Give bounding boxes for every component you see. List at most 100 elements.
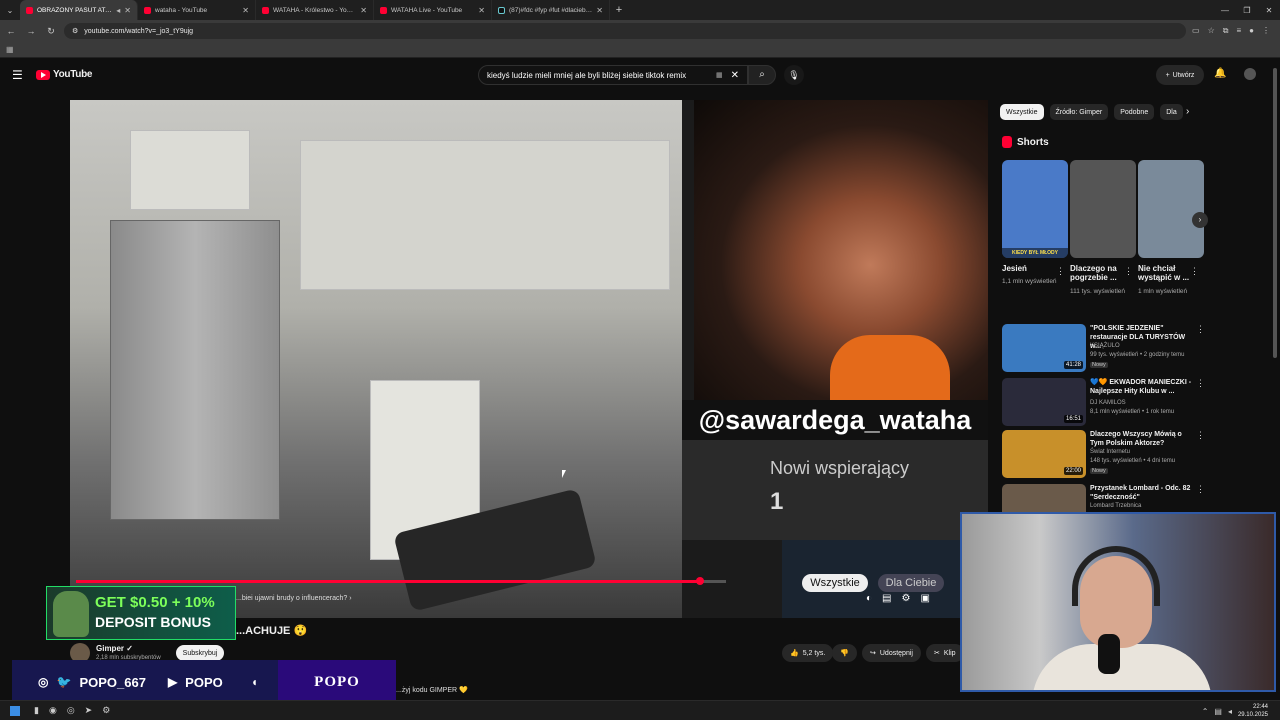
recommended-channel[interactable]: DJ KAMILOS: [1090, 400, 1126, 406]
page-scrollbar[interactable]: [1272, 64, 1278, 364]
close-window-icon[interactable]: ✕: [1258, 6, 1280, 15]
chip-all[interactable]: Wszystkie: [1000, 104, 1044, 120]
app-icon[interactable]: ▮: [34, 705, 39, 716]
hamburger-menu-icon[interactable]: ☰: [12, 68, 23, 82]
progress-scrubber[interactable]: [696, 577, 704, 585]
new-tab-button[interactable]: +: [610, 4, 628, 16]
more-options-icon[interactable]: ⋮: [1056, 266, 1065, 277]
chip-related[interactable]: Podobne: [1114, 104, 1155, 120]
chevron-right-icon[interactable]: ›: [1192, 212, 1208, 228]
chrome-icon[interactable]: ◎: [67, 705, 75, 716]
chip-source[interactable]: Źródło: Gimper: [1049, 104, 1109, 120]
search-input[interactable]: kiedyś ludzie mieli mniej ale byli bliże…: [478, 65, 748, 85]
recommended-video[interactable]: 41:28 "POLSKIE JEDZENIE" restauracje DLA…: [1002, 324, 1205, 372]
scrollbar-thumb[interactable]: [1273, 68, 1277, 358]
telegram-icon[interactable]: ➤: [85, 705, 93, 716]
tab-3[interactable]: WATAHA - Królestwo - YouTube ✕: [256, 0, 374, 20]
speaker-icon[interactable]: ◂: [116, 6, 120, 15]
youtube-icon: [262, 6, 269, 14]
recommended-video[interactable]: Przystanek Lombard - Odc. 82 "Serdecznoś…: [1002, 484, 1202, 512]
app-icon[interactable]: ⚙: [102, 705, 110, 716]
windows-start-icon[interactable]: [10, 706, 20, 716]
chapter-title[interactable]: ...biei ujawni brudy o influencerach? ›: [236, 595, 352, 602]
video-player[interactable]: @sawardega_wataha Nowi wspierający 1 Wsz…: [70, 100, 988, 618]
tab-2[interactable]: wataha - YouTube ✕: [138, 0, 256, 20]
tab-search-icon[interactable]: ⌄: [0, 6, 20, 15]
profile-icon[interactable]: ●: [1249, 26, 1254, 36]
recommended-title[interactable]: Dlaczego Wszyscy Mówią o Tym Polskim Akt…: [1090, 430, 1196, 448]
subtitles-icon[interactable]: ▤: [882, 593, 891, 604]
clear-search-icon[interactable]: ✕: [731, 70, 739, 81]
notifications-bell-icon[interactable]: 🔔: [1214, 68, 1226, 79]
browser-menu-icon[interactable]: ⋮: [1262, 26, 1270, 36]
miniplayer-icon[interactable]: ▣: [920, 593, 929, 604]
apps-grid-icon[interactable]: ▦: [6, 45, 14, 54]
recommended-title[interactable]: Przystanek Lombard - Odc. 82 "Serdecznoś…: [1090, 484, 1196, 502]
recommended-channel[interactable]: KSIĄŻULO: [1090, 343, 1120, 349]
clip-button[interactable]: ✂ Klip: [926, 644, 964, 662]
url-field[interactable]: ⚙ youtube.com/watch?v=_jo3_tY9ujg: [64, 23, 1187, 39]
back-icon[interactable]: ←: [4, 26, 18, 36]
tab-1[interactable]: OBRAŻONY PASUT ATAKUJE ◂ ✕: [20, 0, 138, 20]
minimize-icon[interactable]: —: [1214, 6, 1236, 15]
more-options-icon[interactable]: ⋮: [1196, 324, 1205, 335]
bookmark-star-icon[interactable]: ☆: [1208, 26, 1215, 36]
video-thumbnail[interactable]: [1002, 484, 1086, 512]
tab-5[interactable]: (87)#fdc #fyp #fut #dlaciebie #... ✕: [492, 0, 610, 20]
site-info-icon[interactable]: ⚙: [72, 27, 78, 35]
cast-icon[interactable]: ▭: [1192, 26, 1200, 36]
clock[interactable]: 22:44 29.10.2025: [1238, 703, 1268, 719]
close-tab-icon[interactable]: ✕: [596, 6, 603, 15]
account-avatar[interactable]: [1244, 68, 1256, 80]
recommended-channel[interactable]: Świat Internetu: [1090, 449, 1130, 455]
tray-chevron-icon[interactable]: ⌃: [1202, 707, 1209, 716]
video-thumbnail[interactable]: 16:51: [1002, 378, 1086, 426]
voice-search-button[interactable]: 🎙: [784, 65, 804, 85]
keyboard-icon[interactable]: ▦: [716, 71, 723, 79]
more-options-icon[interactable]: ⋮: [1196, 378, 1205, 389]
close-tab-icon[interactable]: ✕: [360, 6, 367, 15]
network-icon[interactable]: ▤: [1214, 707, 1222, 716]
more-options-icon[interactable]: ⋮: [1124, 266, 1133, 277]
more-options-icon[interactable]: ⋮: [1196, 430, 1205, 441]
close-tab-icon[interactable]: ✕: [478, 6, 485, 15]
discord-icon[interactable]: ◉: [49, 705, 57, 716]
settings-gear-icon[interactable]: ⚙: [902, 593, 911, 604]
tab-4[interactable]: WATAHA Live - YouTube ✕: [374, 0, 492, 20]
volume-icon[interactable]: ◂: [1228, 707, 1232, 716]
short-thumbnail[interactable]: [1070, 160, 1136, 258]
autoplay-toggle-icon[interactable]: ◐: [866, 593, 872, 604]
short-title[interactable]: Nie chciał wystąpić w ...: [1138, 264, 1194, 282]
more-options-icon[interactable]: ⋮: [1196, 484, 1202, 495]
reload-icon[interactable]: ↻: [44, 26, 58, 37]
short-thumbnail[interactable]: KIEDY BYŁ MŁODY: [1002, 160, 1068, 258]
close-tab-icon[interactable]: ✕: [242, 6, 249, 15]
create-button[interactable]: + Utwórz: [1156, 65, 1204, 85]
subscribe-button[interactable]: Subskrybuj: [176, 645, 224, 661]
forward-icon[interactable]: →: [24, 26, 38, 36]
recommended-channel[interactable]: Lombard Trzebnica: [1090, 503, 1141, 509]
channel-name[interactable]: Gimper ✓: [96, 644, 133, 653]
share-button[interactable]: ↪ Udostępnij: [862, 644, 921, 662]
restore-icon[interactable]: ❐: [1236, 6, 1258, 15]
media-icon[interactable]: ≡: [1236, 26, 1241, 36]
recommended-video[interactable]: 22:00 Dlaczego Wszyscy Mówią o Tym Polsk…: [1002, 430, 1205, 478]
video-thumbnail[interactable]: 41:28: [1002, 324, 1086, 372]
chip-for-you[interactable]: Dla: [1160, 104, 1183, 120]
youtube-logo[interactable]: YouTube: [36, 69, 93, 80]
description-snippet[interactable]: ...żyj kodu GIMPER 💛: [396, 686, 468, 694]
search-button[interactable]: ⌕: [748, 65, 776, 85]
more-options-icon[interactable]: ⋮: [1190, 266, 1199, 277]
short-title[interactable]: Jesień: [1002, 264, 1058, 273]
close-tab-icon[interactable]: ✕: [124, 6, 131, 15]
dislike-button[interactable]: 👎: [832, 644, 857, 662]
like-button[interactable]: 👍 5,2 tys.: [782, 644, 834, 662]
extensions-icon[interactable]: ⧉: [1223, 26, 1229, 36]
short-thumbnail[interactable]: [1138, 160, 1204, 258]
video-progress-bar[interactable]: [76, 577, 726, 585]
video-thumbnail[interactable]: 22:00: [1002, 430, 1086, 478]
chevron-right-icon[interactable]: ›: [1186, 106, 1189, 117]
recommended-video[interactable]: 16:51 💙🧡 EKWADOR MANIECZKI - Najlepsze H…: [1002, 378, 1205, 426]
recommended-title[interactable]: 💙🧡 EKWADOR MANIECZKI - Najlepsze Hity Kl…: [1090, 378, 1196, 396]
short-title[interactable]: Dlaczego na pogrzebie ...: [1070, 264, 1126, 282]
